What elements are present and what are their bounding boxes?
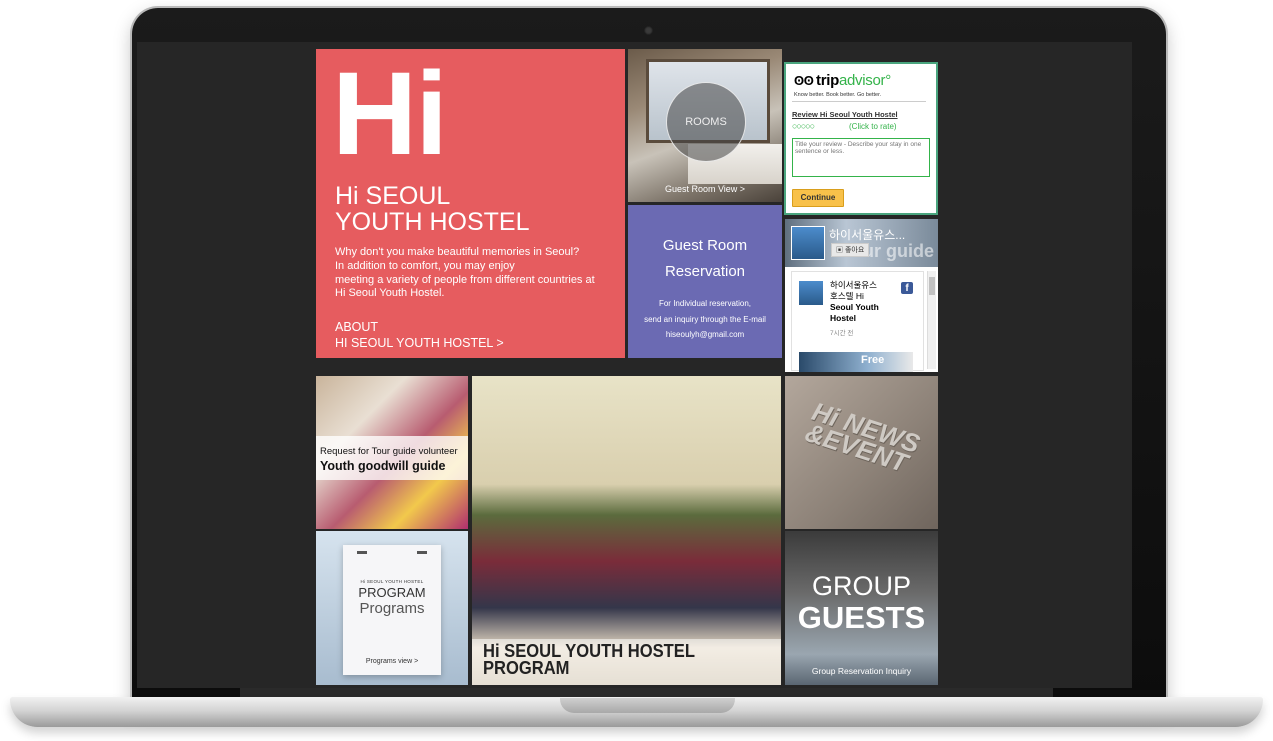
tripadvisor-slogan: Know better. Book better. Go better.	[794, 92, 882, 98]
post-author-line3: Seoul Youth	[830, 302, 879, 313]
reservation-email[interactable]: hiseoulyh@gmail.com	[628, 327, 782, 343]
group-guests-line1: GROUP	[811, 571, 911, 601]
brand-trademark: °	[885, 72, 891, 89]
poster-title: PROGRAM	[358, 585, 426, 600]
about-link-line2: HI SEOUL YOUTH HOSTEL >	[335, 336, 504, 351]
group-guests-line2: GUESTS	[797, 600, 926, 635]
news-event-tile[interactable]: Hi NEWS &EVENT	[785, 376, 938, 529]
hero-tile: Hi Hi SEOUL YOUTH HOSTEL Why don't you m…	[316, 49, 625, 358]
post-author-line4: Hostel	[830, 313, 856, 324]
about-link[interactable]: ABOUT HI SEOUL YOUTH HOSTEL >	[335, 319, 504, 352]
program-tile[interactable]: Hi SEOUL YOUTH HOSTEL PROGRAM Programs P…	[316, 531, 468, 685]
poster-small-text: Hi SEOUL YOUTH HOSTEL	[360, 579, 424, 584]
poster-clip	[417, 551, 427, 554]
program-poster: Hi SEOUL YOUTH HOSTEL PROGRAM Programs P…	[343, 545, 441, 675]
camera	[644, 26, 653, 35]
reservation-heading-line2: Reservation	[664, 262, 746, 280]
youth-guide-subtitle: Request for Tour guide volunteer	[320, 446, 458, 457]
facebook-post: 하이서울유스 호스텔 Hi Seoul Youth Hostel f 7시간 전…	[791, 271, 924, 372]
reservation-heading: Guest Room Reservation	[628, 233, 782, 284]
continue-button[interactable]: Continue	[792, 189, 844, 207]
laptop-screen: Hi Hi SEOUL YOUTH HOSTEL Why don't you m…	[137, 42, 1132, 688]
hero-big-text: Hi	[332, 49, 448, 180]
hero-title-line1: Hi SEOUL	[335, 182, 451, 210]
like-button[interactable]: ▣ 좋아요	[831, 243, 870, 257]
like-label: 좋아요	[844, 247, 865, 254]
facebook-widget: Tour guide 하이서울유스... ▣ 좋아요 하이서울유스 호스텔 Hi…	[785, 219, 938, 372]
reservation-tile[interactable]: Guest Room Reservation For Individual re…	[628, 205, 782, 358]
poster-clip	[357, 551, 367, 554]
program-photo-caption: Hi SEOUL YOUTH HOSTEL PROGRAM	[483, 642, 695, 678]
news-event-label: Hi NEWS &EVENT	[802, 396, 924, 478]
review-title-input[interactable]	[792, 138, 930, 177]
brand-advisor: advisor	[838, 72, 886, 89]
hero-description: Why don't you make beautiful memories in…	[335, 246, 605, 301]
hero-desc-line3: meeting a variety of people from differe…	[335, 273, 595, 286]
youth-guide-tile[interactable]: Request for Tour guide volunteer Youth g…	[316, 376, 468, 529]
reservation-line1: For Individual reservation,	[658, 299, 752, 308]
post-author-line1: 하이서울유스	[830, 280, 877, 290]
about-link-line1: ABOUT	[335, 320, 379, 334]
reservation-text: For Individual reservation, send an inqu…	[628, 296, 782, 343]
hero-desc-line2: In addition to comfort, you may enjoy	[335, 259, 515, 272]
divider	[792, 101, 926, 102]
rooms-tile[interactable]: ROOMS Guest Room View >	[628, 49, 782, 202]
caption-band	[316, 436, 468, 480]
click-to-rate[interactable]: (Click to rate)	[849, 122, 897, 131]
program-photo-caption-line2: PROGRAM	[483, 657, 570, 678]
poster-subtitle: Programs	[359, 600, 425, 617]
post-avatar[interactable]	[799, 281, 823, 305]
hero-title: Hi SEOUL YOUTH HOSTEL	[335, 183, 529, 236]
reservation-line2: send an inquiry through the E-mail	[644, 314, 766, 324]
post-image[interactable]: Free	[799, 352, 913, 372]
post-timestamp: 7시간 전	[830, 330, 854, 337]
rooms-circle-label: ROOMS	[666, 82, 746, 162]
facebook-page-name[interactable]: 하이서울유스...	[829, 226, 905, 243]
owl-icon: ʘʘ	[794, 73, 814, 88]
hero-desc-line1: Why don't you make beautiful memories in…	[335, 246, 580, 258]
guest-room-view-link[interactable]: Guest Room View >	[628, 184, 782, 194]
group-guests-tile[interactable]: GROUP GUESTS Group Reservation Inquiry	[785, 531, 938, 685]
tripadvisor-widget: ʘʘ tripadvisor° Know better. Book better.…	[784, 62, 938, 215]
program-photo-tile[interactable]: Hi SEOUL YOUTH HOSTEL PROGRAM	[472, 376, 781, 685]
review-link[interactable]: Review Hi Seoul Youth Hostel	[792, 110, 898, 119]
rating-bubbles[interactable]: ○○○○○	[792, 121, 815, 131]
scrollbar-thumb[interactable]	[929, 277, 935, 295]
brand-trip: trip	[816, 72, 839, 89]
post-image-text: Free	[861, 354, 885, 366]
post-author-line2: 호스텔 Hi	[830, 291, 864, 302]
youth-guide-title: Youth goodwill guide	[320, 459, 446, 473]
laptop-notch	[560, 698, 735, 713]
post-author[interactable]: 하이서울유스 호스텔 Hi Seoul Youth Hostel	[830, 280, 900, 324]
reservation-heading-line1: Guest Room	[662, 237, 748, 254]
tripadvisor-logo[interactable]: ʘʘ tripadvisor°	[794, 72, 891, 89]
programs-view-link[interactable]: Programs view >	[343, 658, 441, 665]
hero-title-line2: YOUTH HOSTEL	[335, 208, 530, 237]
facebook-page-thumbnail[interactable]	[791, 226, 825, 260]
group-reservation-link[interactable]: Group Reservation Inquiry	[785, 666, 938, 676]
hero-desc-line4: Hi Seoul Youth Hostel.	[335, 287, 445, 300]
facebook-icon: f	[901, 282, 913, 294]
scrollbar[interactable]	[927, 271, 936, 369]
